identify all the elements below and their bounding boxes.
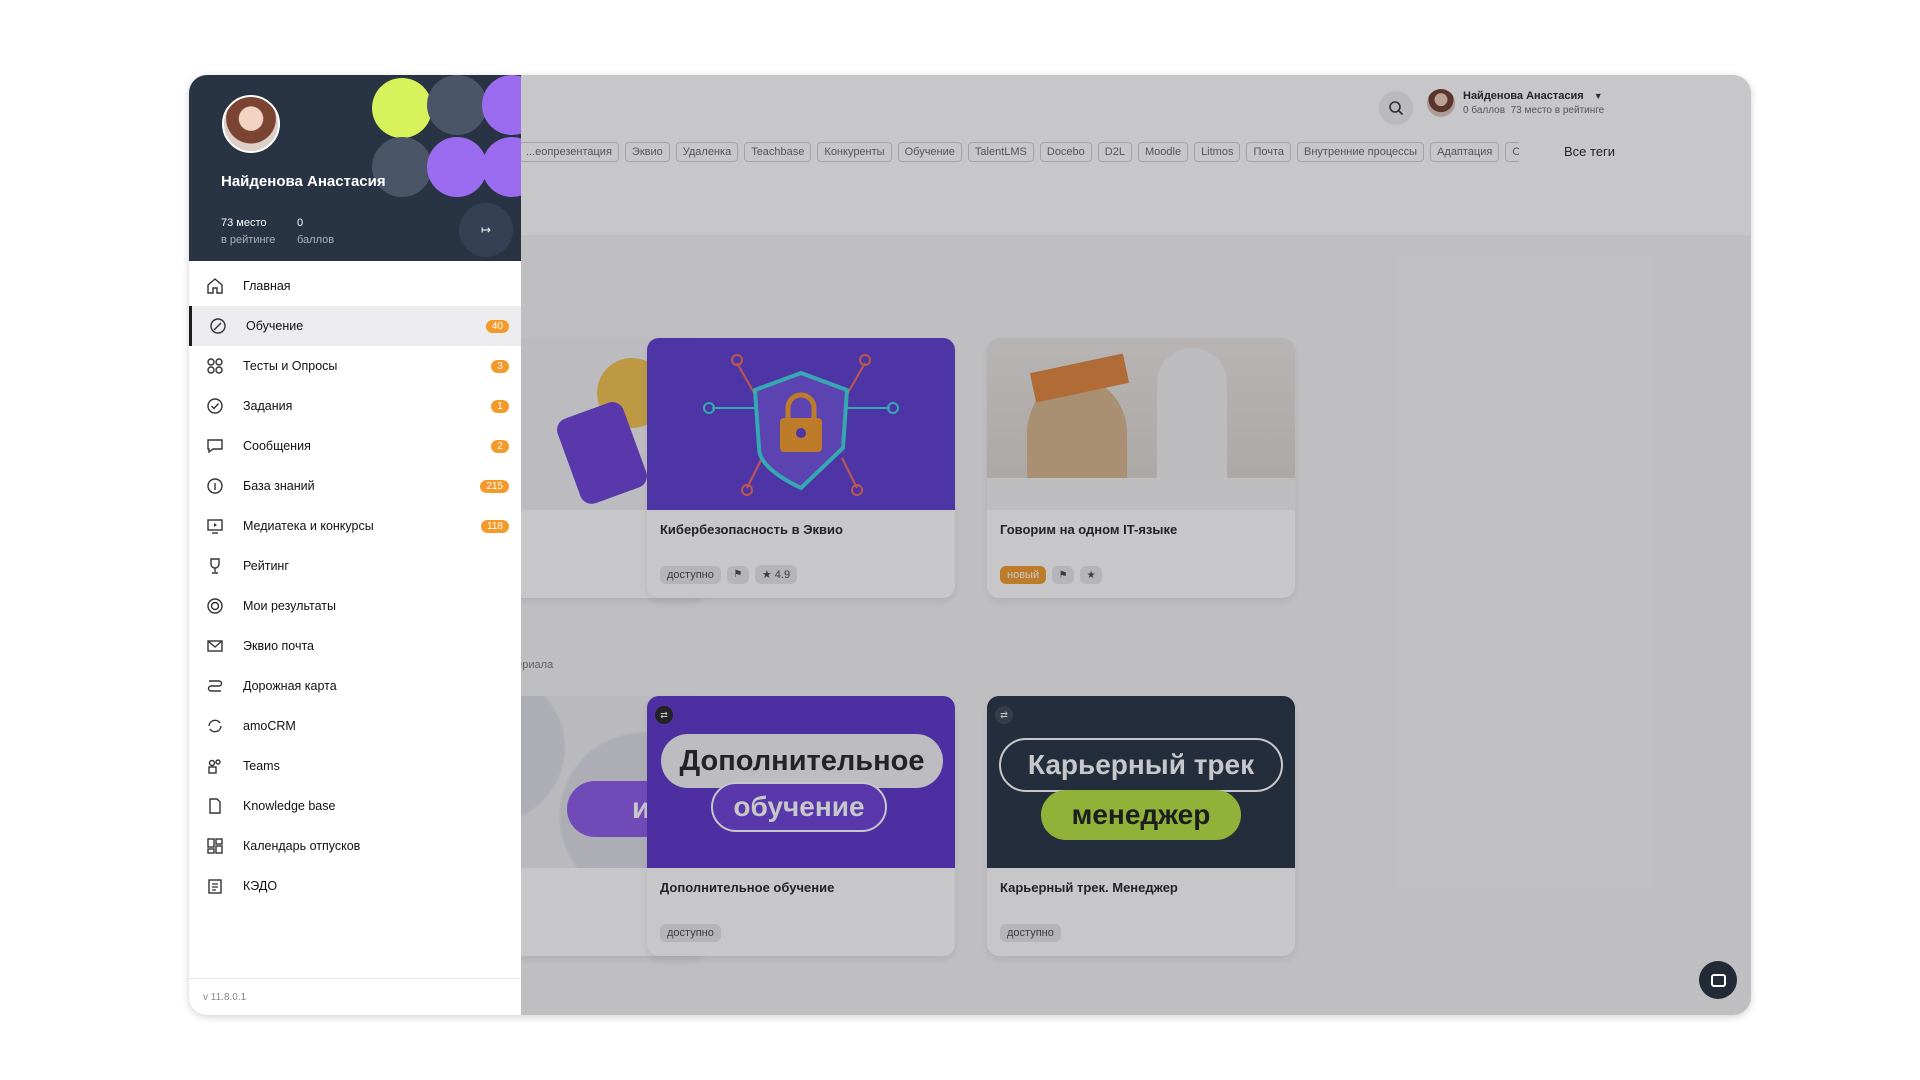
- drawer-user-name: Найденова Анастасия: [221, 173, 386, 190]
- nav-item-knowledge-base-en[interactable]: Knowledge base: [189, 786, 521, 826]
- trophy-icon: [205, 556, 225, 576]
- points-stat: 0 баллов: [297, 217, 335, 246]
- app-window: Найденова Анастасия ▼ 0 баллов 73 место …: [189, 75, 1751, 1015]
- count-badge: 118: [481, 519, 509, 533]
- teams-icon: [205, 756, 225, 776]
- count-badge: 1: [491, 399, 509, 413]
- document-icon: [205, 796, 225, 816]
- message-icon: [205, 436, 225, 456]
- version-label: v 11.8.0.1: [203, 992, 247, 1003]
- rocket-icon: [208, 316, 228, 336]
- nav-item-tasks[interactable]: Задания 1: [189, 386, 521, 426]
- nav-item-media[interactable]: Медиатека и конкурсы 118: [189, 506, 521, 546]
- info-icon: [205, 476, 225, 496]
- nav-item-kedo[interactable]: КЭДО: [189, 866, 521, 906]
- nav-item-mail[interactable]: Эквио почта: [189, 626, 521, 666]
- nav-item-learning[interactable]: Обучение 40: [189, 306, 521, 346]
- nav-item-home[interactable]: Главная: [189, 266, 521, 306]
- count-badge: 3: [491, 359, 509, 373]
- chat-button[interactable]: [1699, 961, 1737, 999]
- nav-item-roadmap[interactable]: Дорожная карта: [189, 666, 521, 706]
- sync-icon: [205, 716, 225, 736]
- nav-item-messages[interactable]: Сообщения 2: [189, 426, 521, 466]
- nav-item-rating[interactable]: Рейтинг: [189, 546, 521, 586]
- avatar[interactable]: [222, 95, 280, 153]
- logout-button[interactable]: ↦: [459, 203, 513, 257]
- grid-icon: [205, 356, 225, 376]
- check-circle-icon: [205, 396, 225, 416]
- nav-item-teams[interactable]: Teams: [189, 746, 521, 786]
- nav-item-vacation-calendar[interactable]: Календарь отпусков: [189, 826, 521, 866]
- nav-item-amocrm[interactable]: amoCRM: [189, 706, 521, 746]
- logout-icon: ↦: [480, 223, 492, 237]
- chat-icon: [1710, 973, 1726, 987]
- play-screen-icon: [205, 516, 225, 536]
- mail-icon: [205, 636, 225, 656]
- clipboard-icon: [205, 876, 225, 896]
- side-drawer: Найденова Анастасия 73 место в рейтинге 0…: [189, 75, 521, 1015]
- target-icon: [205, 596, 225, 616]
- nav-item-results[interactable]: Мои результаты: [189, 586, 521, 626]
- route-icon: [205, 676, 225, 696]
- count-badge: 40: [485, 319, 509, 333]
- drawer-footer-divider: [189, 978, 521, 979]
- nav-item-tests[interactable]: Тесты и Опросы 3: [189, 346, 521, 386]
- nav-item-knowledge-base[interactable]: База знаний 215: [189, 466, 521, 506]
- home-icon: [205, 276, 225, 296]
- count-badge: 2: [491, 439, 509, 453]
- count-badge: 215: [480, 479, 509, 493]
- rank-stat: 73 место в рейтинге: [221, 217, 276, 246]
- dashboard-icon: [205, 836, 225, 856]
- drawer-header: Найденова Анастасия 73 место в рейтинге 0…: [189, 75, 521, 261]
